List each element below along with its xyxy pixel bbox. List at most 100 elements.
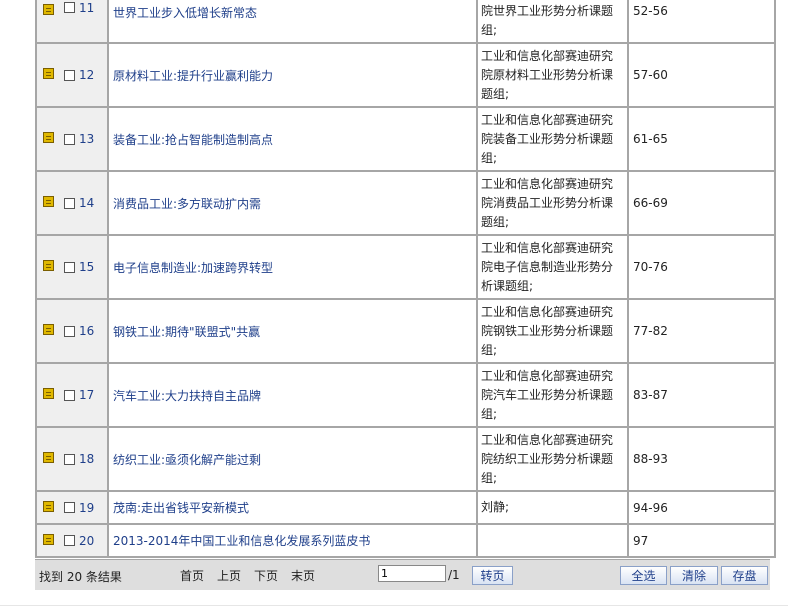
- page-range: 66-69: [633, 196, 668, 210]
- pages-cell: 83-87: [627, 362, 776, 428]
- article-title-link[interactable]: 汽车工业:大力扶持自主品牌: [113, 389, 261, 403]
- document-icon[interactable]: [43, 68, 54, 79]
- document-icon[interactable]: [43, 388, 54, 399]
- pages-cell: 66-69: [627, 170, 776, 236]
- row-select-cell: 15: [35, 234, 109, 300]
- prev-page-link[interactable]: 上页: [217, 567, 241, 584]
- results-table-container: 11 世界工业步入低增长新常态 院世界工业形势分析课题组; 52-56 12 原材料工业:…: [35, 0, 776, 558]
- table-row: 13 装备工业:抢占智能制造制高点 工业和信息化部赛迪研究院装备工业形势分析课题组;…: [35, 106, 776, 172]
- document-icon[interactable]: [43, 452, 54, 463]
- author-cell: 工业和信息化部赛迪研究院钢铁工业形势分析课题组;: [476, 298, 629, 364]
- document-icon[interactable]: [43, 324, 54, 335]
- page-range: 70-76: [633, 260, 668, 274]
- document-icon[interactable]: [43, 533, 54, 545]
- table-row: 14 消费品工业:多方联动扩内需 工业和信息化部赛迪研究院消费品工业形势分析课题组;…: [35, 170, 776, 236]
- row-select-cell: 11: [35, 0, 109, 44]
- row-checkbox[interactable]: [64, 133, 75, 145]
- article-title-link[interactable]: 世界工业步入低增长新常态: [113, 6, 257, 20]
- row-number: 17: [79, 388, 95, 402]
- document-icon[interactable]: [43, 132, 54, 143]
- article-title-link[interactable]: 原材料工业:提升行业赢利能力: [113, 69, 273, 83]
- article-title-link[interactable]: 电子信息制造业:加速跨界转型: [113, 261, 273, 275]
- select-all-button[interactable]: 全选: [620, 566, 667, 585]
- pages-cell: 57-60: [627, 42, 776, 108]
- bottom-divider: [0, 605, 788, 606]
- author-cell: 刘静;: [476, 490, 629, 525]
- row-checkbox[interactable]: [64, 69, 75, 81]
- pages-cell: 61-65: [627, 106, 776, 172]
- document-icon[interactable]: [43, 500, 54, 512]
- table-row: 11 世界工业步入低增长新常态 院世界工业形势分析课题组; 52-56: [35, 0, 776, 44]
- author-text: 工业和信息化部赛迪研究院原材料工业形势分析课题组;: [481, 48, 614, 101]
- result-count: 找到 20 条结果: [39, 570, 122, 584]
- title-cell: 茂南:走出省钱平安新模式: [107, 490, 478, 525]
- article-title-link[interactable]: 纺织工业:亟须化解产能过剩: [113, 453, 261, 467]
- author-text: 工业和信息化部赛迪研究院消费品工业形势分析课题组;: [481, 176, 614, 229]
- pages-cell: 70-76: [627, 234, 776, 300]
- row-checkbox[interactable]: [64, 502, 75, 513]
- last-page-link[interactable]: 末页: [291, 567, 315, 584]
- author-text: 工业和信息化部赛迪研究院汽车工业形势分析课题组;: [481, 368, 614, 421]
- author-cell: 工业和信息化部赛迪研究院汽车工业形势分析课题组;: [476, 362, 629, 428]
- author-cell: 院世界工业形势分析课题组;: [476, 0, 629, 44]
- article-title-link[interactable]: 茂南:走出省钱平安新模式: [113, 501, 249, 515]
- author-text: 刘静;: [481, 500, 510, 514]
- save-button[interactable]: 存盘: [721, 566, 768, 585]
- row-checkbox[interactable]: [64, 389, 75, 401]
- row-checkbox[interactable]: [64, 261, 75, 273]
- next-page-link[interactable]: 下页: [254, 567, 278, 584]
- document-icon[interactable]: [43, 4, 54, 15]
- article-title-link[interactable]: 钢铁工业:期待"联盟式"共赢: [113, 325, 260, 339]
- article-title-link[interactable]: 消费品工业:多方联动扩内需: [113, 197, 261, 211]
- author-cell: 工业和信息化部赛迪研究院装备工业形势分析课题组;: [476, 106, 629, 172]
- title-cell: 消费品工业:多方联动扩内需: [107, 170, 478, 236]
- document-icon[interactable]: [43, 260, 54, 271]
- article-title-link[interactable]: 装备工业:抢占智能制造制高点: [113, 133, 273, 147]
- clear-button[interactable]: 清除: [670, 566, 718, 585]
- table-row: 19 茂南:走出省钱平安新模式 刘静; 94-96: [35, 490, 776, 525]
- title-cell: 汽车工业:大力扶持自主品牌: [107, 362, 478, 428]
- row-number: 15: [79, 260, 95, 274]
- row-checkbox[interactable]: [64, 2, 75, 13]
- row-checkbox[interactable]: [64, 325, 75, 337]
- page-range: 77-82: [633, 324, 668, 338]
- author-text: 院世界工业形势分析课题组;: [481, 4, 614, 37]
- table-row: 12 原材料工业:提升行业赢利能力 工业和信息化部赛迪研究院原材料工业形势分析课题组…: [35, 42, 776, 108]
- go-page-button[interactable]: 转页: [472, 566, 513, 585]
- first-page-link[interactable]: 首页: [180, 567, 204, 584]
- row-number: 14: [79, 196, 95, 210]
- page-range: 61-65: [633, 132, 668, 146]
- author-cell: [476, 523, 629, 558]
- pages-cell: 52-56: [627, 0, 776, 44]
- document-icon[interactable]: [43, 196, 54, 207]
- row-select-cell: 16: [35, 298, 109, 364]
- title-cell: 纺织工业:亟须化解产能过剩: [107, 426, 478, 492]
- row-checkbox[interactable]: [64, 535, 75, 546]
- row-checkbox[interactable]: [64, 197, 75, 209]
- row-select-cell: 12: [35, 42, 109, 108]
- title-cell: 2013-2014年中国工业和信息化发展系列蓝皮书: [107, 523, 478, 558]
- row-number: 12: [79, 68, 95, 82]
- page-range: 52-56: [633, 4, 668, 18]
- author-text: 工业和信息化部赛迪研究院钢铁工业形势分析课题组;: [481, 304, 614, 357]
- article-title-link[interactable]: 2013-2014年中国工业和信息化发展系列蓝皮书: [113, 534, 370, 548]
- total-pages: /1: [448, 568, 460, 582]
- pages-cell: 88-93: [627, 426, 776, 492]
- page-range: 94-96: [633, 500, 668, 515]
- title-cell: 原材料工业:提升行业赢利能力: [107, 42, 478, 108]
- page-range: 97: [633, 533, 649, 548]
- author-cell: 工业和信息化部赛迪研究院电子信息制造业形势分析课题组;: [476, 234, 629, 300]
- pages-cell: 97: [627, 523, 776, 558]
- results-table: 11 世界工业步入低增长新常态 院世界工业形势分析课题组; 52-56 12 原材料工业:…: [35, 0, 776, 558]
- row-checkbox[interactable]: [64, 453, 75, 465]
- title-cell: 世界工业步入低增长新常态: [107, 0, 478, 44]
- title-cell: 装备工业:抢占智能制造制高点: [107, 106, 478, 172]
- row-select-cell: 18: [35, 426, 109, 492]
- row-select-cell: 13: [35, 106, 109, 172]
- row-select-cell: 17: [35, 362, 109, 428]
- page-number-input[interactable]: [378, 565, 446, 582]
- row-number: 19: [79, 500, 95, 515]
- row-number: 20: [79, 533, 95, 548]
- table-row: 16 钢铁工业:期待"联盟式"共赢 工业和信息化部赛迪研究院钢铁工业形势分析课题组;…: [35, 298, 776, 364]
- pagination-bar: 找到 20 条结果 首页 上页 下页 末页 /1 转页 全选 清除 存盘: [35, 559, 770, 590]
